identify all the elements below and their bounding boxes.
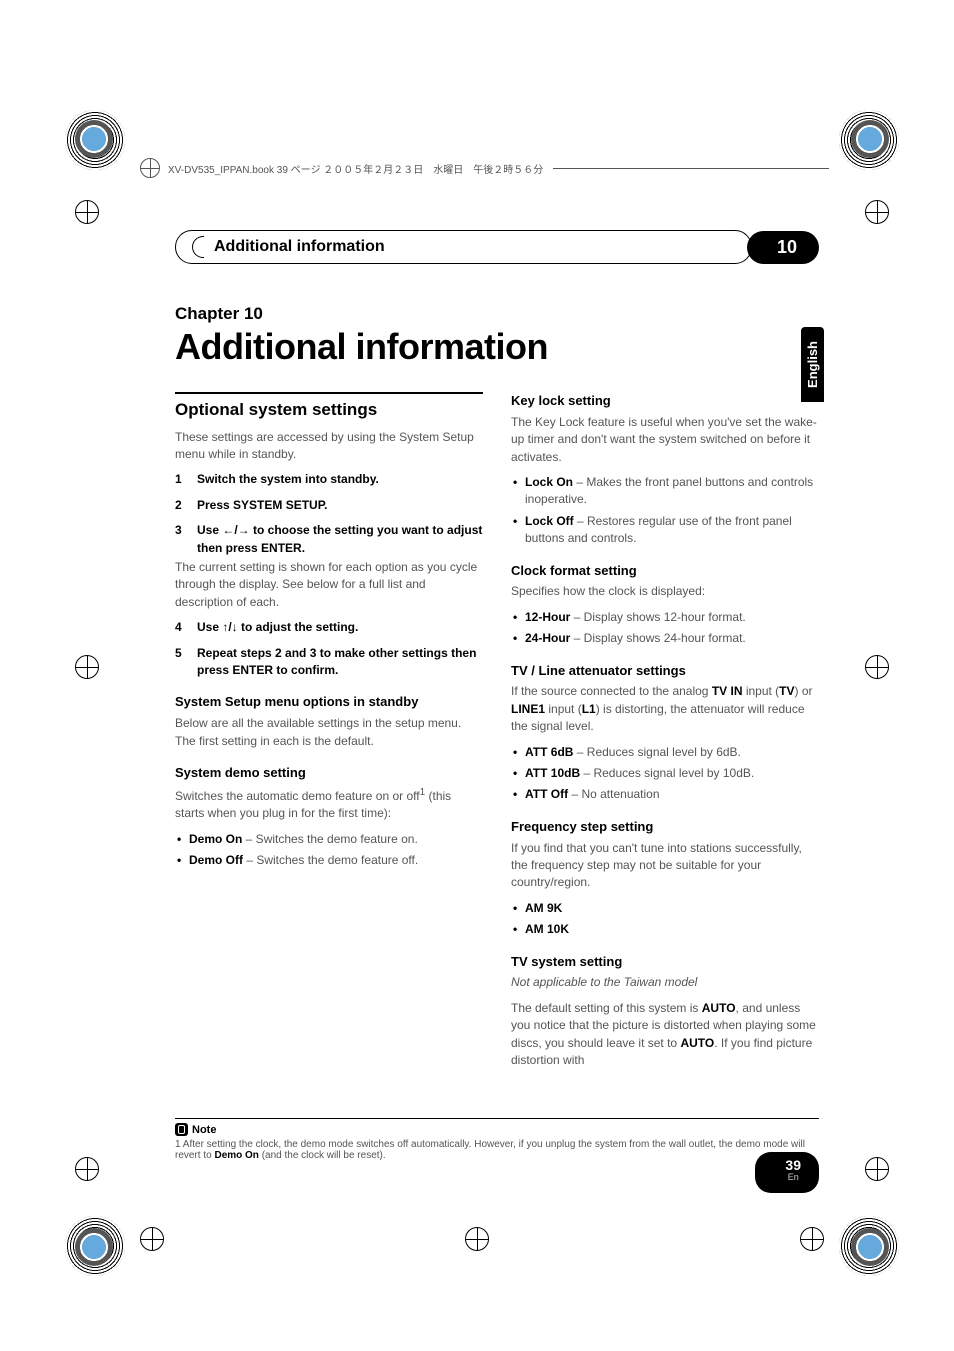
step-2: 2 Press SYSTEM SETUP.: [175, 497, 483, 514]
chapter-subtitle: Chapter 10: [175, 304, 819, 324]
demo-text: Switches the automatic demo feature on o…: [175, 786, 483, 823]
sub-heading-clock: Clock format setting: [511, 562, 819, 581]
list-item: 24-Hour – Display shows 24-hour format.: [525, 630, 819, 647]
note-text: 1 After setting the clock, the demo mode…: [175, 1139, 819, 1161]
registration-mark: [75, 200, 99, 224]
step-3: 3 Use ←/→ to choose the setting you want…: [175, 522, 483, 557]
section-heading-optional: Optional system settings: [175, 392, 483, 423]
page-content: Additional information 10 Chapter 10 Add…: [175, 230, 819, 1191]
tvline-list: ATT 6dB – Reduces signal level by 6dB. A…: [511, 744, 819, 804]
demo-list: Demo On – Switches the demo feature on. …: [175, 831, 483, 870]
list-item: Lock On – Makes the front panel buttons …: [525, 474, 819, 509]
inner-corner-tr: [851, 120, 889, 158]
registration-mark: [465, 1227, 489, 1251]
tvsys-text: The default setting of this system is AU…: [511, 1000, 819, 1070]
list-item: ATT Off – No attenuation: [525, 786, 819, 803]
sub-heading-setup-menu: System Setup menu options in standby: [175, 693, 483, 712]
step-1: 1 Switch the system into standby.: [175, 471, 483, 488]
clock-list: 12-Hour – Display shows 12-hour format. …: [511, 609, 819, 648]
list-item: AM 10K: [525, 921, 819, 938]
freq-list: AM 9K AM 10K: [511, 900, 819, 939]
registration-mark: [865, 200, 889, 224]
left-column: Optional system settings These settings …: [175, 392, 483, 1077]
registration-mark: [75, 1157, 99, 1181]
file-header: XV-DV535_IPPAN.book 39 ページ ２００５年２月２３日 水曜…: [140, 158, 829, 178]
list-item: ATT 10dB – Reduces signal level by 10dB.: [525, 765, 819, 782]
intro-text: These settings are accessed by using the…: [175, 429, 483, 464]
registration-mark: [800, 1227, 824, 1251]
note-label: Note: [175, 1123, 216, 1136]
chapter-bar-number: 10: [747, 231, 819, 264]
chapter-bar-label-pill: Additional information: [175, 230, 752, 264]
list-item: Demo Off – Switches the demo feature off…: [189, 852, 483, 869]
registration-mark: [140, 1227, 164, 1251]
chapter-bar-label: Additional information: [214, 238, 385, 256]
step-3-desc: The current setting is shown for each op…: [175, 559, 483, 611]
clock-text: Specifies how the clock is displayed:: [511, 583, 819, 600]
sub-heading-tvsys: TV system setting: [511, 953, 819, 972]
sub-heading-keylock: Key lock setting: [511, 392, 819, 411]
sub-heading-demo: System demo setting: [175, 764, 483, 783]
setup-menu-text: Below are all the available settings in …: [175, 715, 483, 750]
tvsys-italic: Not applicable to the Taiwan model: [511, 974, 819, 991]
chapter-bar: Additional information 10: [175, 230, 819, 264]
sub-heading-freq: Frequency step setting: [511, 818, 819, 837]
right-column: Key lock setting The Key Lock feature is…: [511, 392, 819, 1077]
keylock-text: The Key Lock feature is useful when you'…: [511, 414, 819, 466]
inner-corner-br: [851, 1228, 889, 1266]
inner-corner-tl: [75, 120, 113, 158]
registration-mark: [865, 655, 889, 679]
list-item: Lock Off – Restores regular use of the f…: [525, 513, 819, 548]
list-item: ATT 6dB – Reduces signal level by 6dB.: [525, 744, 819, 761]
inner-corner-bl: [75, 1228, 113, 1266]
list-item: 12-Hour – Display shows 12-hour format.: [525, 609, 819, 626]
note-icon: [175, 1123, 188, 1136]
step-5: 5 Repeat steps 2 and 3 to make other set…: [175, 645, 483, 680]
page-number: 39 En: [755, 1152, 819, 1193]
freq-text: If you find that you can't tune into sta…: [511, 840, 819, 892]
list-item: AM 9K: [525, 900, 819, 917]
keylock-list: Lock On – Makes the front panel buttons …: [511, 474, 819, 548]
sub-heading-tvline: TV / Line attenuator settings: [511, 662, 819, 681]
registration-mark: [865, 1157, 889, 1181]
list-item: Demo On – Switches the demo feature on.: [189, 831, 483, 848]
note-section: Note 1 After setting the clock, the demo…: [175, 1118, 819, 1161]
tvline-text: If the source connected to the analog TV…: [511, 683, 819, 735]
registration-icon: [140, 158, 160, 178]
file-header-text: XV-DV535_IPPAN.book 39 ページ ２００５年２月２３日 水曜…: [168, 161, 543, 176]
chapter-title: Additional information: [175, 326, 819, 368]
registration-mark: [75, 655, 99, 679]
step-4: 4 Use ↑/↓ to adjust the setting.: [175, 619, 483, 636]
